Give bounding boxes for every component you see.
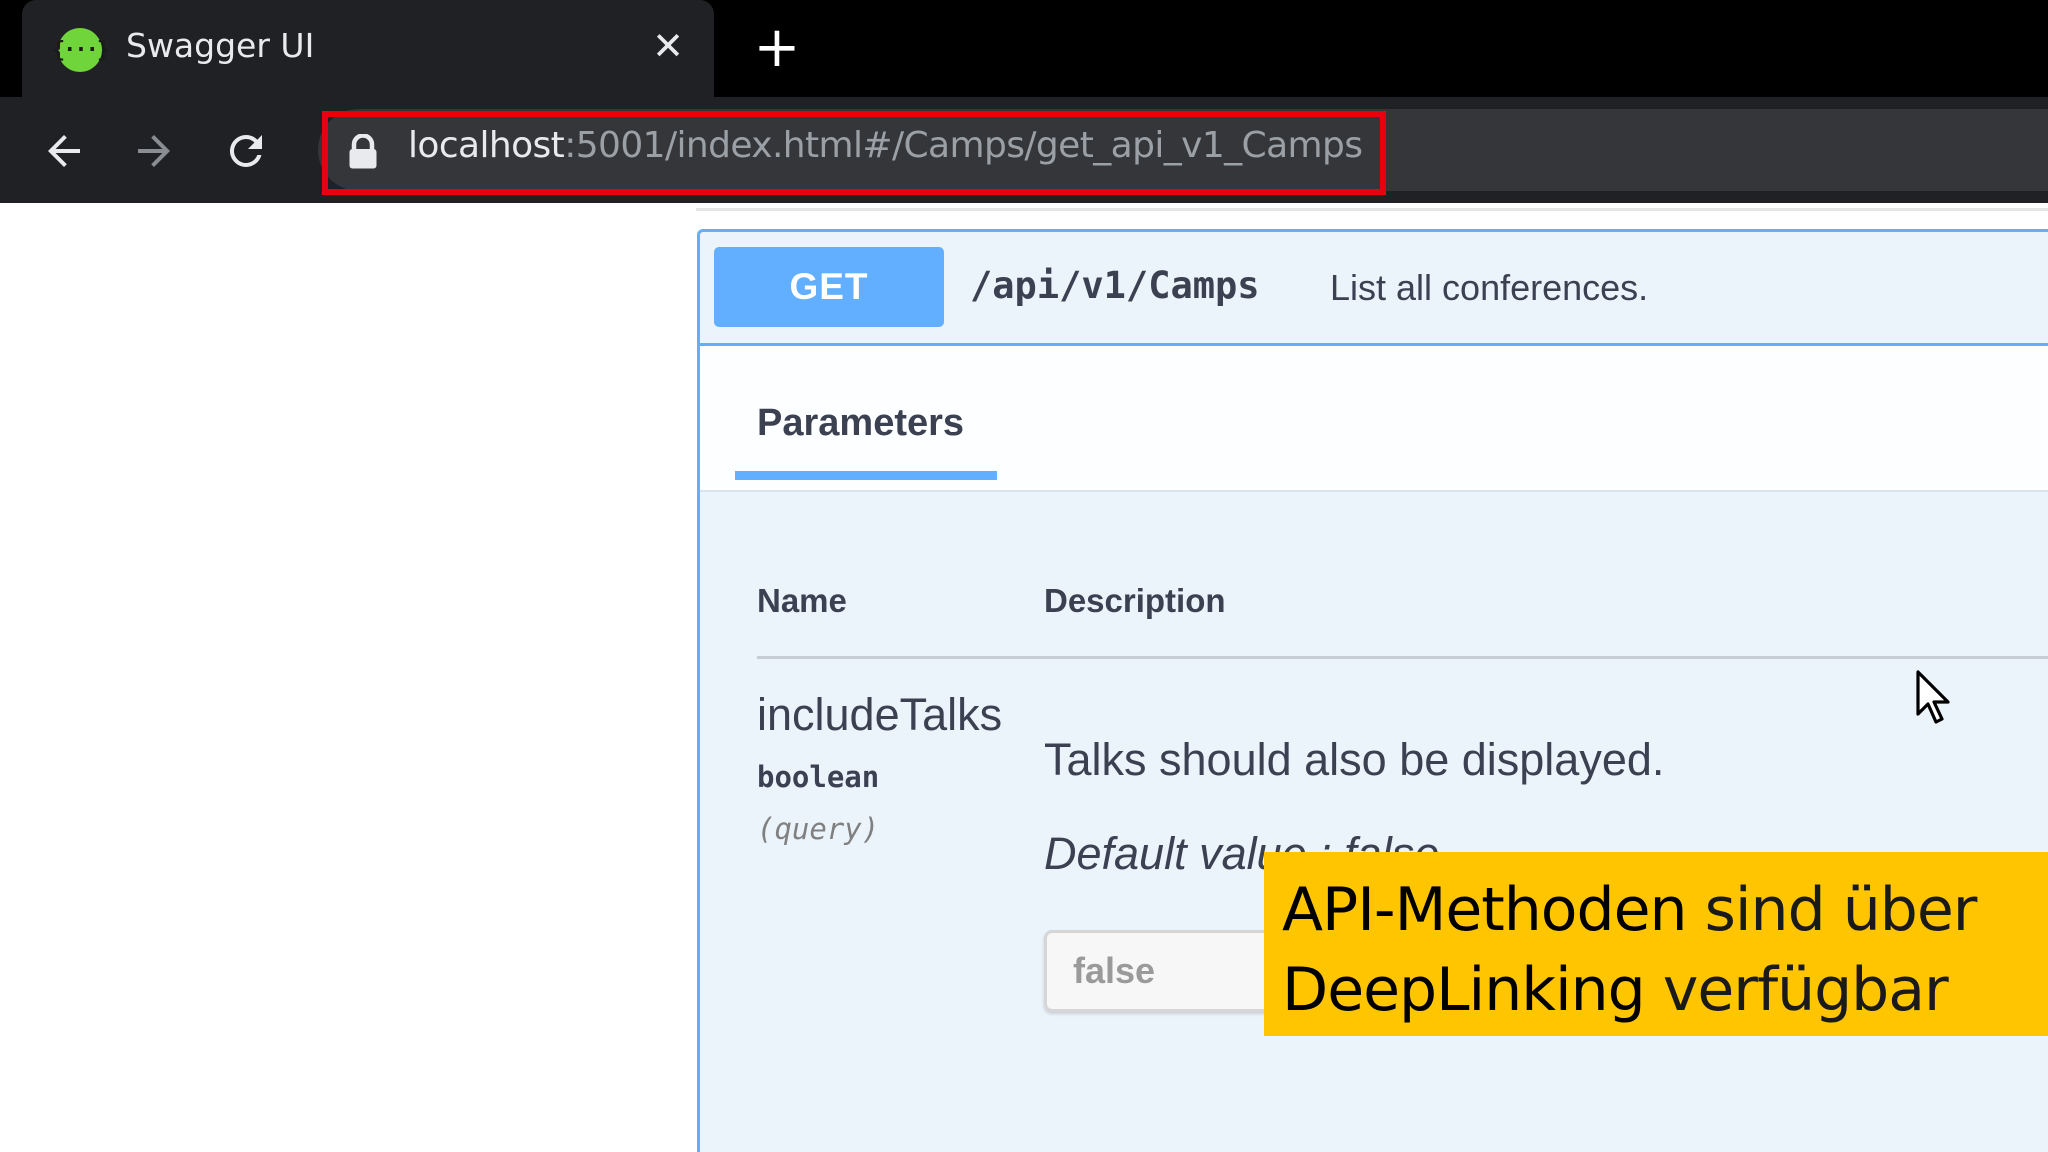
parameter-location: (query) <box>757 812 880 846</box>
operation-summary[interactable]: GET /api/v1/Camps List all conferences. <box>700 232 2048 346</box>
mouse-cursor-icon <box>1916 670 1950 724</box>
caption-text-1: sind über <box>1686 875 1978 945</box>
forward-button[interactable] <box>124 121 184 181</box>
arrow-left-icon <box>48 135 80 167</box>
caption-banner: API-Methoden sind über DeepLinking verfü… <box>1264 852 2048 1036</box>
reload-button[interactable] <box>216 121 276 181</box>
operation-path: /api/v1/Camps <box>970 264 1260 307</box>
caption-line-2: DeepLinking verfügbar <box>1282 950 2048 1030</box>
tab-parameters[interactable]: Parameters <box>757 402 964 445</box>
active-tab-indicator <box>735 471 997 480</box>
new-tab-button[interactable]: + <box>752 20 802 76</box>
caption-bold-2: DeepLinking <box>1282 955 1646 1025</box>
divider <box>696 208 2048 211</box>
select-value: false <box>1073 950 1156 991</box>
table-divider <box>757 656 2048 659</box>
url-path: :5001/index.html#/Camps/get_api_v1_Camps <box>564 125 1363 166</box>
lock-icon <box>349 134 377 169</box>
url-text[interactable]: localhost:5001/index.html#/Camps/get_api… <box>408 125 1363 166</box>
column-header-description: Description <box>1044 582 1226 619</box>
column-header-name: Name <box>757 582 847 619</box>
parameters-header: Parameters <box>700 346 2048 492</box>
caption-line-1: API-Methoden sind über <box>1282 870 2048 950</box>
tab-title: Swagger UI <box>126 26 315 65</box>
operation-description: List all conferences. <box>1330 267 1649 308</box>
tab-strip: {···} Swagger UI ✕ + <box>0 0 2048 97</box>
favicon-glyph: {···} <box>51 37 110 63</box>
caption-text-2: verfügbar <box>1644 955 1949 1025</box>
close-tab-icon[interactable]: ✕ <box>648 26 688 66</box>
browser-tab[interactable]: {···} Swagger UI ✕ <box>22 0 714 97</box>
back-button[interactable] <box>34 121 94 181</box>
parameter-type: boolean <box>757 760 880 794</box>
reload-icon <box>229 134 262 167</box>
caption-bold-1: API-Methoden <box>1282 875 1688 945</box>
parameter-name: includeTalks <box>757 689 1003 740</box>
method-badge: GET <box>714 247 944 327</box>
parameter-description: Talks should also be displayed. <box>1044 734 1665 785</box>
arrow-right-icon <box>138 135 170 167</box>
url-host: localhost <box>408 125 565 166</box>
swagger-favicon-icon: {···} <box>52 28 110 72</box>
